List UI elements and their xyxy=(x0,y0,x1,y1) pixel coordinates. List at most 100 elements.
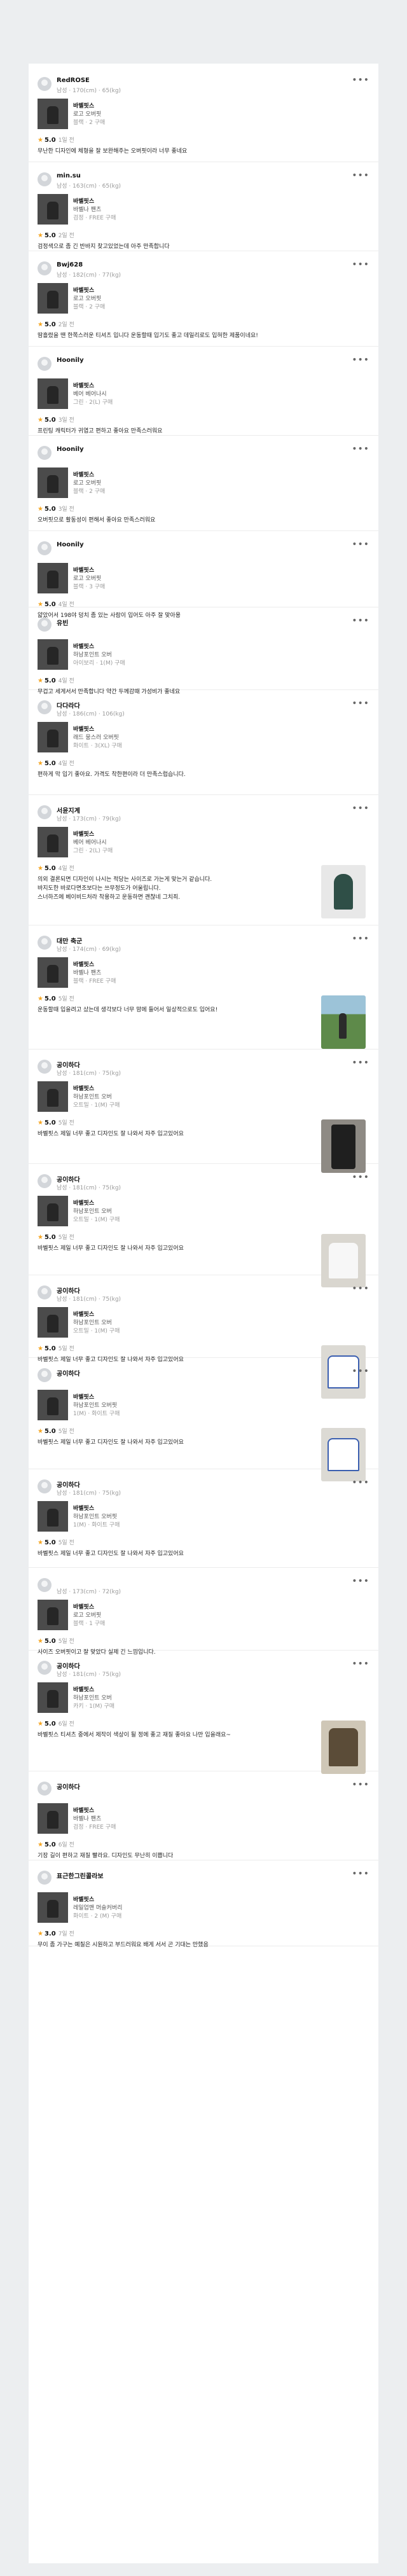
avatar[interactable] xyxy=(38,1285,52,1299)
more-horizontal-icon[interactable]: ••• xyxy=(352,1284,369,1293)
product-brand[interactable]: 바벨핏스 xyxy=(73,1685,94,1693)
product-thumbnail[interactable] xyxy=(38,194,68,225)
reviewer-name[interactable]: 표근한그린콜라보 xyxy=(57,1871,104,1880)
avatar[interactable] xyxy=(38,446,52,460)
product-thumbnail[interactable] xyxy=(38,1682,68,1713)
avatar[interactable] xyxy=(38,1368,52,1382)
reviewer-name[interactable]: Hoonily xyxy=(57,357,84,364)
reviewer-name[interactable]: 공이하다 xyxy=(57,1479,80,1489)
product-thumbnail[interactable] xyxy=(38,639,68,670)
product-thumbnail[interactable] xyxy=(38,99,68,129)
product-thumbnail[interactable] xyxy=(38,1803,68,1834)
product-name[interactable]: 레일업맨 머슬커버리 xyxy=(73,1903,122,1911)
more-horizontal-icon[interactable]: ••• xyxy=(352,616,369,625)
review-photo[interactable] xyxy=(321,1721,366,1774)
product-name[interactable]: 로고 오버핏 xyxy=(73,1610,101,1619)
reviewer-name[interactable]: Bwj628 xyxy=(57,261,83,268)
product-brand[interactable]: 바벨핏스 xyxy=(73,1895,94,1903)
product-thumbnail[interactable] xyxy=(38,467,68,498)
product-brand[interactable]: 바벨핏스 xyxy=(73,1806,94,1814)
more-horizontal-icon[interactable]: ••• xyxy=(352,445,369,454)
more-horizontal-icon[interactable]: ••• xyxy=(352,1780,369,1789)
product-name[interactable]: 로고 오버핏 xyxy=(73,109,101,118)
avatar[interactable] xyxy=(38,1479,52,1493)
product-thumbnail[interactable] xyxy=(38,1390,68,1420)
more-horizontal-icon[interactable]: ••• xyxy=(352,1659,369,1668)
product-brand[interactable]: 바벨핏스 xyxy=(73,101,94,109)
product-thumbnail[interactable] xyxy=(38,1600,68,1630)
product-name[interactable]: 하남포인트 오버핏 xyxy=(73,1401,117,1409)
more-horizontal-icon[interactable]: ••• xyxy=(352,1869,369,1878)
avatar[interactable] xyxy=(38,700,52,714)
avatar[interactable] xyxy=(38,172,52,186)
avatar[interactable] xyxy=(38,1174,52,1188)
product-thumbnail[interactable] xyxy=(38,1081,68,1112)
reviewer-name[interactable]: 공이하다 xyxy=(57,1174,80,1184)
product-thumbnail[interactable] xyxy=(38,957,68,988)
product-brand[interactable]: 바벨핏스 xyxy=(73,1198,94,1207)
avatar[interactable] xyxy=(38,1578,52,1592)
reviewer-name[interactable]: 공이하다 xyxy=(57,1661,80,1670)
reviewer-name[interactable]: Hoonily xyxy=(57,446,84,453)
product-name[interactable]: 바벨나 팬츠 xyxy=(73,205,101,213)
product-name[interactable]: 베어 베어나시 xyxy=(73,838,107,846)
reviewer-name[interactable]: 서윤지계 xyxy=(57,805,80,815)
more-horizontal-icon[interactable]: ••• xyxy=(352,804,369,813)
reviewer-name[interactable]: 공이하다 xyxy=(57,1060,80,1069)
more-horizontal-icon[interactable]: ••• xyxy=(352,1173,369,1182)
product-name[interactable]: 로고 오버핏 xyxy=(73,574,101,582)
more-horizontal-icon[interactable]: ••• xyxy=(352,934,369,943)
reviewer-name[interactable]: RedROSE xyxy=(57,77,90,84)
product-brand[interactable]: 바벨핏스 xyxy=(73,1504,94,1512)
product-thumbnail[interactable] xyxy=(38,283,68,314)
more-horizontal-icon[interactable]: ••• xyxy=(352,1058,369,1067)
product-name[interactable]: 하남포인트 오버 xyxy=(73,1207,112,1215)
more-horizontal-icon[interactable]: ••• xyxy=(352,76,369,85)
avatar[interactable] xyxy=(38,357,52,371)
product-name[interactable]: 하남포인트 오버 xyxy=(73,1318,112,1326)
product-thumbnail[interactable] xyxy=(38,722,68,752)
product-name[interactable]: 로고 오버핏 xyxy=(73,478,101,487)
avatar[interactable] xyxy=(38,1782,52,1796)
reviewer-name[interactable]: Hoonily xyxy=(57,541,84,548)
avatar[interactable] xyxy=(38,618,52,632)
review-photo[interactable] xyxy=(321,865,366,918)
product-thumbnail[interactable] xyxy=(38,827,68,857)
product-brand[interactable]: 바벨핏스 xyxy=(73,381,94,389)
avatar[interactable] xyxy=(38,1661,52,1675)
product-name[interactable]: 베어 베어나시 xyxy=(73,389,107,398)
reviewer-name[interactable]: min.su xyxy=(57,172,81,179)
product-brand[interactable]: 바벨핏스 xyxy=(73,829,94,838)
product-brand[interactable]: 바벨핏스 xyxy=(73,565,94,574)
product-thumbnail[interactable] xyxy=(38,563,68,593)
avatar[interactable] xyxy=(38,541,52,555)
product-name[interactable]: 하남포인트 오버 xyxy=(73,1092,112,1100)
review-photo[interactable] xyxy=(321,995,366,1049)
product-brand[interactable]: 바벨핏스 xyxy=(73,642,94,650)
product-thumbnail[interactable] xyxy=(38,1196,68,1226)
product-thumbnail[interactable] xyxy=(38,1307,68,1338)
more-horizontal-icon[interactable]: ••• xyxy=(352,260,369,269)
avatar[interactable] xyxy=(38,805,52,819)
more-horizontal-icon[interactable]: ••• xyxy=(352,1478,369,1487)
product-brand[interactable]: 바벨핏스 xyxy=(73,1392,94,1401)
reviewer-name[interactable]: 공이하다 xyxy=(57,1368,80,1378)
product-brand[interactable]: 바벨핏스 xyxy=(73,1310,94,1318)
more-horizontal-icon[interactable]: ••• xyxy=(352,1367,369,1376)
more-horizontal-icon[interactable]: ••• xyxy=(352,1577,369,1586)
product-brand[interactable]: 바벨핏스 xyxy=(73,197,94,205)
product-name[interactable]: 하남포인트 오버 xyxy=(73,650,112,658)
more-horizontal-icon[interactable]: ••• xyxy=(352,356,369,364)
avatar[interactable] xyxy=(38,1871,52,1885)
reviewer-name[interactable]: 공이하다 xyxy=(57,1782,80,1791)
product-thumbnail[interactable] xyxy=(38,1501,68,1532)
avatar[interactable] xyxy=(38,261,52,275)
avatar[interactable] xyxy=(38,1060,52,1074)
product-name[interactable]: 로고 오버핏 xyxy=(73,294,101,302)
product-brand[interactable]: 바벨핏스 xyxy=(73,960,94,968)
reviewer-name[interactable]: 다다라다 xyxy=(57,700,80,710)
more-horizontal-icon[interactable]: ••• xyxy=(352,699,369,708)
product-name[interactable]: 래드 뭉스러 오버핏 xyxy=(73,733,119,741)
product-name[interactable]: 하남포인트 오버핏 xyxy=(73,1512,117,1520)
reviewer-name[interactable]: 공이하다 xyxy=(57,1285,80,1295)
